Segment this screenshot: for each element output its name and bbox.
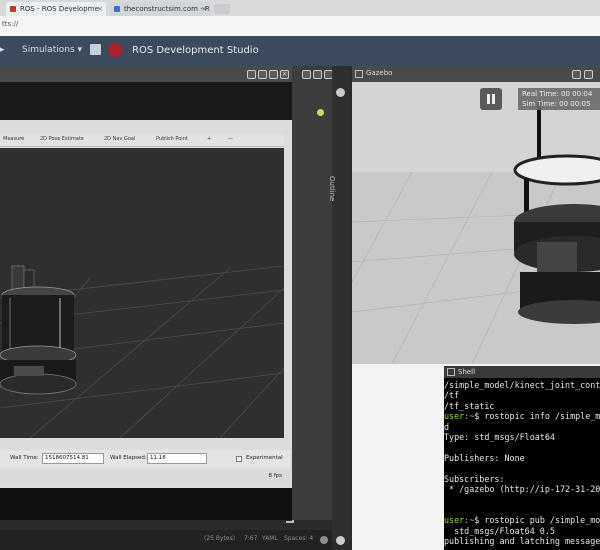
tab-close-icon[interactable]: × — [97, 2, 103, 16]
pause-icon — [492, 94, 495, 104]
editor-cursor-position: 7:67 — [244, 535, 258, 542]
shell-line-text: d — [444, 421, 450, 432]
tool-2d-pose-estimate[interactable]: 2D Pose Estimate — [40, 136, 84, 142]
tool-2d-nav-goal[interactable]: 2D Nav Goal — [104, 136, 135, 142]
shell-line: Publishers: None — [444, 453, 525, 463]
shell-line: publishing and latching message — [444, 536, 600, 546]
wall-elapsed-label: Wall Elapsed: — [110, 455, 147, 461]
tool-publish-point[interactable]: Publish Point — [156, 136, 188, 142]
ros-logo-icon — [108, 43, 122, 57]
shell-line-text: /tf — [444, 390, 460, 401]
shell-line-text: std_msgs/Float64 0.5 — [444, 525, 555, 536]
rviz-time-bar: Wall Time: 1518607514.81 Wall Elapsed: 1… — [0, 450, 290, 468]
real-time-readout: Real Time: 00 00:04 — [522, 90, 593, 98]
shell-line: d — [444, 422, 449, 432]
window-icon — [355, 70, 363, 78]
shell-prompt: user:~ — [444, 411, 475, 422]
address-bar[interactable]: tts:// — [0, 16, 600, 37]
app-header: ▸ Simulations ▾ ROS Development Studio — [0, 36, 600, 66]
gear-icon[interactable] — [336, 88, 345, 97]
shell-line: /tf_static — [444, 401, 494, 411]
rviz-bottom-area — [0, 488, 292, 520]
wall-time-label: Wall Time: — [10, 455, 39, 461]
tab-favicon-icon — [10, 6, 16, 12]
shell-line: /tf — [444, 390, 459, 400]
app-title: ROS Development Studio — [132, 45, 259, 56]
shell-line-text: Type: std_msgs/Float64 — [444, 432, 555, 442]
rviz-fps-bar: 8 fps — [0, 470, 290, 484]
sim-time-panel: Real Time: 00 00:04 Sim Time: 00 00:05 — [518, 88, 600, 110]
tab-close-icon[interactable]: × — [201, 2, 207, 16]
sim-time-readout: Sim Time: 00 00:05 — [522, 100, 591, 108]
tab-label: theconstructsim.com - ROS — [124, 5, 210, 13]
simulations-menu[interactable]: Simulations ▾ — [22, 45, 82, 55]
browser-tab-ros[interactable]: ROS - ROS Developme × — [6, 2, 106, 16]
gear-icon[interactable] — [336, 536, 345, 545]
outline-label[interactable]: Outline — [328, 176, 336, 201]
shell-line: std_msgs/Float64 0.5 — [444, 526, 555, 536]
editor-spaces[interactable]: Spaces: 4 — [284, 535, 313, 542]
status-indicator-icon — [317, 109, 324, 116]
menu-arrow-icon[interactable]: ▸ — [0, 45, 5, 55]
pause-icon — [487, 94, 490, 104]
maximize-icon[interactable] — [269, 70, 278, 79]
shell-line-text: /tf_static — [444, 400, 495, 411]
shell-line-text: * /gazebo (http://ip-172-31-20 — [444, 484, 600, 494]
gazebo-header: Gazebo — [352, 66, 600, 82]
tab-label: ROS - ROS Developme — [20, 5, 99, 13]
rviz-toolbar: Measure 2D Pose Estimate 2D Nav Goal Pub… — [0, 134, 284, 147]
minimize-icon[interactable] — [258, 70, 267, 79]
shell-line-text: $ rostopic pub /simple_mod — [474, 515, 600, 526]
shell-line: * /gazebo (http://ip-172-31-20 — [444, 484, 600, 494]
shell-line-text: /simple_model/kinect_joint_cont — [444, 380, 600, 390]
shell-line: /simple_model/kinect_joint_cont — [444, 380, 600, 390]
outline-strip: Outline — [328, 66, 350, 545]
wall-elapsed-field[interactable]: 11.18 — [147, 453, 207, 464]
shell-title: Shell — [458, 368, 476, 376]
gazebo-title: Gazebo — [366, 69, 393, 77]
window-icon — [447, 368, 455, 376]
gear-icon[interactable] — [320, 536, 328, 544]
shell-prompt: user:~ — [444, 515, 475, 526]
shell-terminal[interactable]: /simple_model/kinect_joint_cont/tf/tf_st… — [444, 378, 600, 550]
middle-panel — [292, 66, 333, 520]
editor-bytes: (25 Bytes) — [204, 535, 236, 542]
experimental-checkbox[interactable] — [236, 456, 242, 462]
minimize-icon[interactable] — [572, 70, 581, 79]
shell-line-text: publishing and latching message — [444, 536, 600, 546]
wall-time-field[interactable]: 1518607514.81 — [42, 453, 104, 464]
new-tab-button[interactable] — [214, 4, 230, 14]
shell-line-text: $ rostopic info /simple_mo — [474, 411, 600, 422]
minimize-icon[interactable] — [313, 70, 322, 79]
gazebo-3d-view[interactable] — [352, 82, 600, 364]
tab-favicon-icon — [114, 6, 120, 12]
tool-remove-icon[interactable]: — — [228, 136, 233, 142]
tool-move-icon[interactable]: + — [207, 136, 211, 142]
save-icon[interactable] — [90, 44, 101, 55]
shell-line-text: Publishers: None — [444, 452, 525, 463]
shell-line: user:~$ rostopic info /simple_mo — [444, 411, 600, 421]
shell-line: user:~$ rostopic pub /simple_mod — [444, 515, 600, 525]
shell-line-text: Subscribers: — [444, 473, 505, 484]
restore-icon[interactable] — [247, 70, 256, 79]
editor-mode[interactable]: YAML — [262, 535, 278, 542]
address-text: tts:// — [2, 20, 19, 28]
shell-line: Type: std_msgs/Float64 — [444, 432, 555, 442]
shell-header: Shell — [444, 366, 600, 378]
rviz-panel-header: × — [0, 66, 292, 82]
tool-measure[interactable]: Measure — [3, 136, 24, 142]
experimental-label: Experimental — [246, 455, 283, 461]
maximize-icon[interactable] — [584, 70, 593, 79]
browser-tab-theconstruct[interactable]: theconstructsim.com - ROS × — [110, 2, 210, 16]
editor-status-bar: (25 Bytes) 7:67 YAML Spaces: 4 — [0, 530, 332, 550]
restore-icon[interactable] — [302, 70, 311, 79]
close-icon[interactable]: × — [280, 70, 289, 79]
fps-readout: 8 fps — [268, 473, 282, 479]
shell-line: Subscribers: — [444, 474, 505, 484]
rviz-3d-view[interactable] — [0, 148, 284, 438]
pause-button[interactable] — [480, 88, 502, 110]
